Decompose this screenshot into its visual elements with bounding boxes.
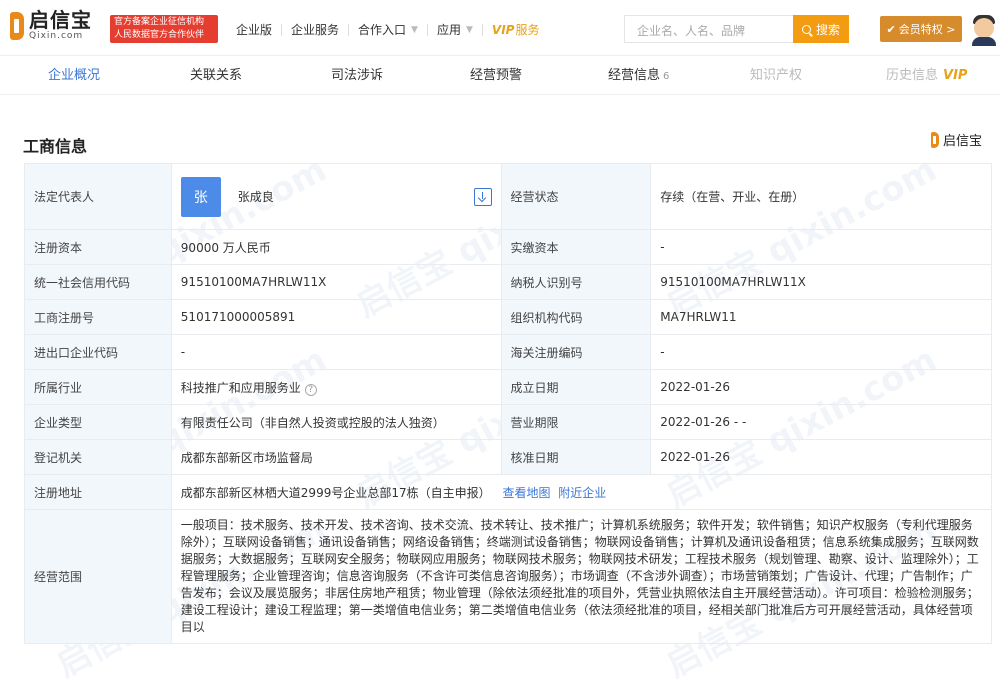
tab-relations[interactable]: 关联关系 bbox=[190, 57, 242, 95]
table-row: 登记机关 成都东部新区市场监督局 核准日期 2022-01-26 bbox=[24, 439, 992, 475]
field-label: 所属行业 bbox=[24, 369, 172, 405]
table-row: 注册资本 90000 万人民币 实缴资本 - bbox=[24, 229, 992, 265]
table-row: 统一社会信用代码 91510100MA7HRLW11X 纳税人识别号 91510… bbox=[24, 264, 992, 300]
field-label: 经营状态 bbox=[500, 163, 652, 230]
field-label: 法定代表人 bbox=[24, 163, 172, 230]
tab-count: 6 bbox=[663, 71, 670, 82]
field-value: 2022-01-26 bbox=[650, 369, 992, 405]
field-value: 科技推广和应用服务业 bbox=[180, 380, 301, 395]
legal-rep-name[interactable]: 张成良 bbox=[238, 188, 274, 205]
field-label: 登记机关 bbox=[24, 439, 172, 475]
field-label: 注册资本 bbox=[24, 229, 172, 265]
field-label: 组织机构代码 bbox=[500, 299, 652, 335]
view-map-link[interactable]: 查看地图 bbox=[502, 486, 550, 500]
field-value: - bbox=[650, 229, 992, 265]
field-value: 2022-01-26 - - bbox=[650, 404, 992, 440]
logo-mark-icon bbox=[931, 131, 939, 148]
chevron-down-icon: ▼ bbox=[411, 24, 418, 35]
field-label: 海关注册编码 bbox=[500, 334, 652, 370]
field-value: 2022-01-26 bbox=[650, 439, 992, 475]
nav-enterprise-edition[interactable]: 企业版 bbox=[236, 21, 272, 38]
nav-enterprise-services[interactable]: 企业服务 bbox=[291, 21, 339, 38]
field-value: 91510100MA7HRLW11X bbox=[650, 264, 992, 300]
logo-domain: Qixin.com bbox=[29, 31, 84, 41]
tab-business-info[interactable]: 经营信息 6 bbox=[608, 57, 669, 95]
field-label: 进出口企业代码 bbox=[24, 334, 172, 370]
tab-judicial[interactable]: 司法涉诉 bbox=[331, 57, 383, 95]
business-scope-text: 一般项目：技术服务、技术开发、技术咨询、技术交流、技术转让、技术推广；计算机系统… bbox=[170, 509, 993, 644]
nav-vip-service[interactable]: VIP 服务 bbox=[492, 21, 540, 38]
field-label: 实缴资本 bbox=[500, 229, 652, 265]
field-value: - bbox=[650, 334, 992, 370]
field-value: 90000 万人民币 bbox=[170, 229, 502, 265]
field-value: 有限责任公司（非自然人投资或控股的法人独资） bbox=[170, 404, 502, 440]
field-label: 营业期限 bbox=[500, 404, 652, 440]
field-label: 工商注册号 bbox=[24, 299, 172, 335]
field-value: 91510100MA7HRLW11X bbox=[170, 264, 502, 300]
tab-risk-warning[interactable]: 经营预警 bbox=[470, 57, 522, 95]
table-row: 企业类型 有限责任公司（非自然人投资或控股的法人独资） 营业期限 2022-01… bbox=[24, 404, 992, 440]
table-row: 进出口企业代码 - 海关注册编码 - bbox=[24, 334, 992, 370]
search-input[interactable]: 企业名、人名、品牌 bbox=[624, 15, 793, 43]
help-icon[interactable]: ? bbox=[304, 383, 317, 396]
field-value: 510171000005891 bbox=[170, 299, 502, 335]
field-label: 统一社会信用代码 bbox=[24, 264, 172, 300]
field-value: 成都东部新区市场监督局 bbox=[170, 439, 502, 475]
company-tabs: 企业概况 关联关系 司法涉诉 经营预警 经营信息 6 知识产权 历史信息 VIP bbox=[0, 57, 1000, 95]
registered-address: 成都东部新区林栖大道2999号企业总部17栋（自主申报） bbox=[180, 485, 491, 500]
field-value: - bbox=[170, 334, 502, 370]
field-label: 企业类型 bbox=[24, 404, 172, 440]
field-label: 纳税人识别号 bbox=[500, 264, 652, 300]
table-row: 工商注册号 510171000005891 组织机构代码 MA7HRLW11 bbox=[24, 299, 992, 335]
tab-intellectual-property[interactable]: 知识产权 bbox=[750, 57, 802, 95]
field-label: 成立日期 bbox=[500, 369, 652, 405]
tab-history[interactable]: 历史信息 VIP bbox=[886, 57, 967, 95]
field-label: 注册地址 bbox=[24, 474, 172, 510]
chevron-down-icon: ▼ bbox=[465, 24, 473, 35]
table-row: 注册地址 成都东部新区林栖大道2999号企业总部17栋（自主申报） 查看地图 附… bbox=[24, 474, 993, 510]
business-info-table: 法定代表人 张 张成良 经营状态 存续（在营、开业、在册） 注册资本 90000… bbox=[24, 163, 993, 644]
table-row: 经营范围 一般项目：技术服务、技术开发、技术咨询、技术交流、技术转让、技术推广；… bbox=[24, 509, 993, 644]
field-value: 存续（在营、开业、在册） bbox=[650, 163, 992, 230]
table-row: 法定代表人 张 张成良 经营状态 存续（在营、开业、在册） bbox=[24, 163, 992, 230]
brand-watermark-logo: 启信宝 bbox=[931, 130, 982, 149]
field-label: 核准日期 bbox=[500, 439, 652, 475]
vip-check-icon: ✔ bbox=[886, 22, 896, 36]
download-icon[interactable] bbox=[473, 187, 492, 206]
search-button[interactable]: 搜索 bbox=[793, 15, 849, 43]
field-label: 经营范围 bbox=[24, 509, 172, 644]
logo-name: 启信宝 bbox=[29, 8, 92, 32]
nearby-companies-link[interactable]: 附近企业 bbox=[558, 486, 606, 500]
nav-apps[interactable]: 应用 ▼ bbox=[437, 21, 473, 38]
certification-badge: 官方备案企业征信机构 人民数据官方合作伙伴 bbox=[110, 15, 218, 43]
tab-company-overview[interactable]: 企业概况 bbox=[48, 57, 100, 95]
logo-mark-icon bbox=[10, 11, 24, 40]
top-nav: 企业版 企业服务 合作入口 ▼ 应用 ▼ VIP 服务 bbox=[236, 21, 539, 38]
nav-partner-entry[interactable]: 合作入口 ▼ bbox=[358, 21, 418, 38]
field-value: MA7HRLW11 bbox=[650, 299, 992, 335]
member-privileges-button[interactable]: ✔ 会员特权 > bbox=[880, 16, 962, 42]
top-header: 启信宝 Qixin.com 官方备案企业征信机构 人民数据官方合作伙伴 企业版 … bbox=[0, 0, 1000, 56]
search-icon bbox=[801, 24, 811, 34]
table-row: 所属行业 科技推广和应用服务业? 成立日期 2022-01-26 bbox=[24, 369, 992, 405]
section-title: 工商信息 bbox=[23, 137, 88, 156]
vip-badge: VIP bbox=[943, 68, 968, 83]
qixin-logo[interactable]: 启信宝 Qixin.com bbox=[10, 10, 92, 41]
legal-rep-avatar[interactable]: 张 bbox=[180, 176, 221, 217]
user-avatar[interactable] bbox=[970, 10, 998, 46]
